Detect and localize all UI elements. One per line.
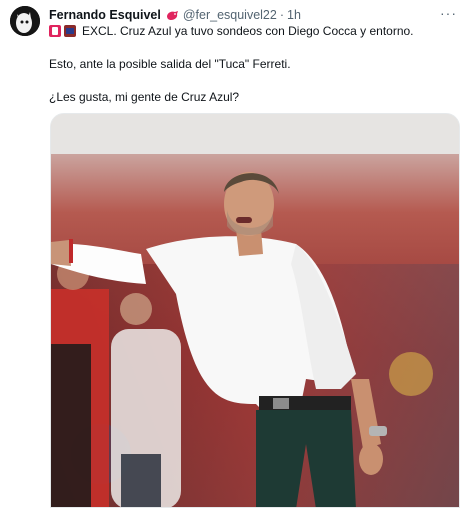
tweet[interactable]: Fernando Esquivel @fer_esquivel22 · 1h ·… — [0, 0, 465, 508]
stadium-emoji-icon — [64, 25, 76, 37]
tweet-header: Fernando Esquivel @fer_esquivel22 · 1h ·… — [49, 5, 457, 23]
tweet-text-exclusive: EXCL. Cruz Azul ya tuvo sondeos con Dieg… — [82, 24, 414, 38]
tweet-text-line-1: EXCL. Cruz Azul ya tuvo sondeos con Dieg… — [49, 24, 414, 38]
tweet-text-line-3: ¿Les gusta, mi gente de Cruz Azul? — [49, 90, 240, 104]
author-handle[interactable]: @fer_esquivel22 — [183, 8, 277, 22]
separator-dot: · — [279, 8, 285, 22]
red-flag-emoji-icon — [49, 25, 61, 37]
coach-photo-illustration — [51, 114, 459, 507]
red-bird-badge-icon — [166, 10, 179, 21]
timestamp[interactable]: 1h — [287, 8, 301, 22]
more-options-icon[interactable]: ··· — [440, 5, 457, 21]
display-name[interactable]: Fernando Esquivel — [49, 8, 161, 22]
tweet-photo[interactable] — [50, 113, 460, 508]
avatar-image — [10, 6, 40, 36]
avatar[interactable] — [10, 6, 40, 36]
tweet-text-line-2: Esto, ante la posible salida del "Tuca" … — [49, 57, 291, 71]
